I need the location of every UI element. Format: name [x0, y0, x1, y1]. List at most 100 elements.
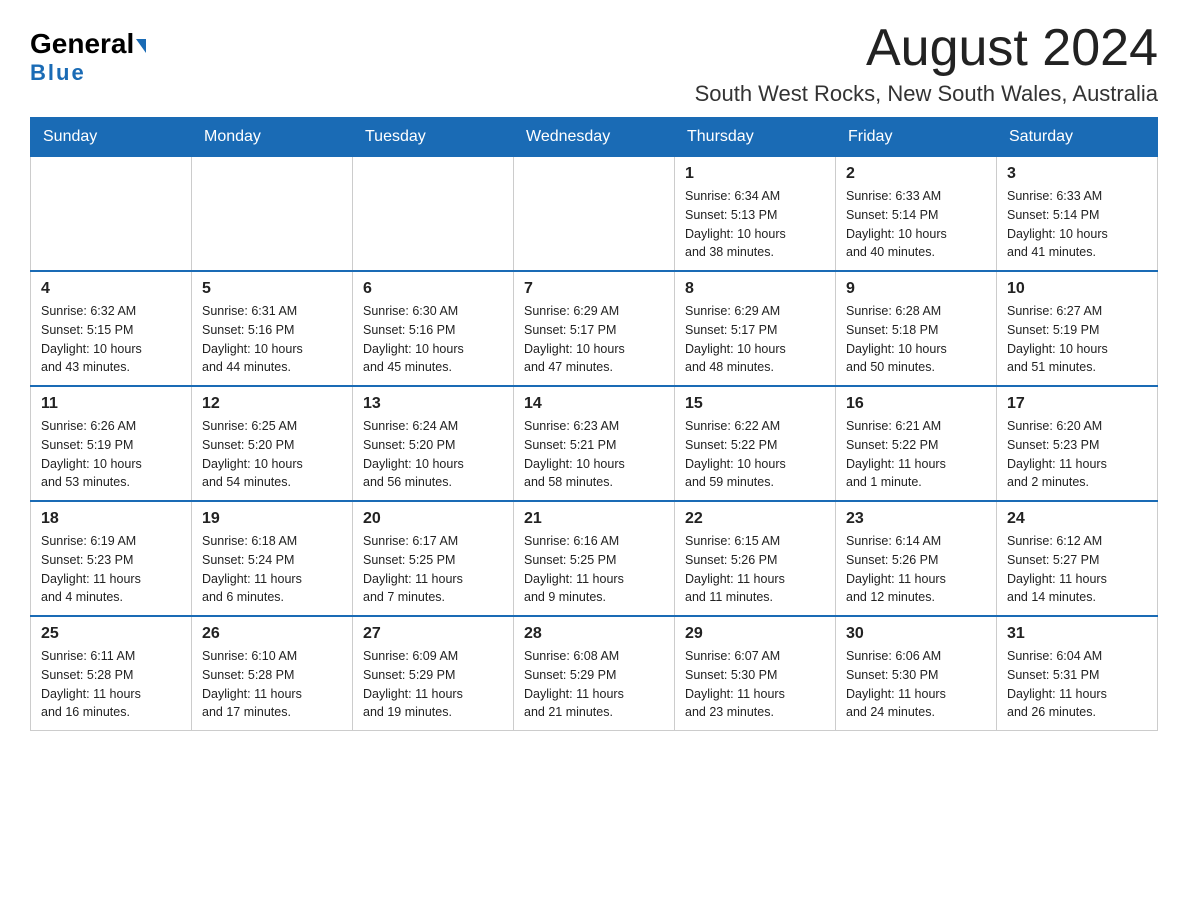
day-number: 30	[846, 625, 986, 643]
calendar-cell: 20 Sunrise: 6:17 AMSunset: 5:25 PMDayligh…	[353, 501, 514, 616]
day-number: 17	[1007, 395, 1147, 413]
calendar-cell: 22 Sunrise: 6:15 AMSunset: 5:26 PMDayligh…	[675, 501, 836, 616]
day-number: 11	[41, 395, 181, 413]
location-title: South West Rocks, New South Wales, Austr…	[695, 81, 1158, 107]
calendar-cell: 6Sunrise: 6:30 AMSunset: 5:16 PMDaylight…	[353, 271, 514, 386]
calendar-cell: 30 Sunrise: 6:06 AMSunset: 5:30 PMDayligh…	[836, 616, 997, 731]
calendar-cell: 16 Sunrise: 6:21 AMSunset: 5:22 PMDayligh…	[836, 386, 997, 501]
day-info: Sunrise: 6:28 AMSunset: 5:18 PMDaylight:…	[846, 302, 986, 377]
day-info: Sunrise: 6:10 AMSunset: 5:28 PMDaylight:…	[202, 647, 342, 722]
day-number: 12	[202, 395, 342, 413]
title-area: August 2024 South West Rocks, New South …	[695, 20, 1158, 107]
calendar-cell	[31, 157, 192, 272]
calendar-week-row: 25 Sunrise: 6:11 AMSunset: 5:28 PMDayligh…	[31, 616, 1158, 731]
day-number: 13	[363, 395, 503, 413]
day-info: Sunrise: 6:32 AMSunset: 5:15 PMDaylight:…	[41, 302, 181, 377]
calendar-cell: 25 Sunrise: 6:11 AMSunset: 5:28 PMDayligh…	[31, 616, 192, 731]
calendar-cell: 18Sunrise: 6:19 AMSunset: 5:23 PMDayligh…	[31, 501, 192, 616]
day-info: Sunrise: 6:14 AMSunset: 5:26 PMDaylight:…	[846, 532, 986, 607]
day-info: Sunrise: 6:16 AMSunset: 5:25 PMDaylight:…	[524, 532, 664, 607]
calendar-cell: 3 Sunrise: 6:33 AMSunset: 5:14 PMDaylight…	[997, 157, 1158, 272]
calendar-cell	[353, 157, 514, 272]
day-number: 10	[1007, 280, 1147, 298]
day-info: Sunrise: 6:27 AMSunset: 5:19 PMDaylight:…	[1007, 302, 1147, 377]
calendar-cell: 12Sunrise: 6:25 AMSunset: 5:20 PMDayligh…	[192, 386, 353, 501]
calendar-cell: 13 Sunrise: 6:24 AMSunset: 5:20 PMDayligh…	[353, 386, 514, 501]
day-number: 3	[1007, 165, 1147, 183]
day-info: Sunrise: 6:11 AMSunset: 5:28 PMDaylight:…	[41, 647, 181, 722]
day-of-week-header: Saturday	[997, 118, 1158, 157]
logo: General Blue	[30, 30, 146, 86]
day-number: 1	[685, 165, 825, 183]
calendar-cell: 7 Sunrise: 6:29 AMSunset: 5:17 PMDaylight…	[514, 271, 675, 386]
day-info: Sunrise: 6:09 AMSunset: 5:29 PMDaylight:…	[363, 647, 503, 722]
calendar-cell: 4 Sunrise: 6:32 AMSunset: 5:15 PMDaylight…	[31, 271, 192, 386]
day-number: 21	[524, 510, 664, 528]
calendar-week-row: 4 Sunrise: 6:32 AMSunset: 5:15 PMDaylight…	[31, 271, 1158, 386]
calendar-body: 1 Sunrise: 6:34 AMSunset: 5:13 PMDaylight…	[31, 157, 1158, 731]
day-info: Sunrise: 6:24 AMSunset: 5:20 PMDaylight:…	[363, 417, 503, 492]
day-info: Sunrise: 6:12 AMSunset: 5:27 PMDaylight:…	[1007, 532, 1147, 607]
day-of-week-header: Tuesday	[353, 118, 514, 157]
day-number: 16	[846, 395, 986, 413]
calendar-cell: 14Sunrise: 6:23 AMSunset: 5:21 PMDayligh…	[514, 386, 675, 501]
calendar-cell	[514, 157, 675, 272]
calendar-cell: 29 Sunrise: 6:07 AMSunset: 5:30 PMDayligh…	[675, 616, 836, 731]
day-number: 8	[685, 280, 825, 298]
logo-general: General	[30, 28, 134, 59]
calendar: SundayMondayTuesdayWednesdayThursdayFrid…	[30, 117, 1158, 731]
calendar-cell: 8 Sunrise: 6:29 AMSunset: 5:17 PMDaylight…	[675, 271, 836, 386]
day-info: Sunrise: 6:33 AMSunset: 5:14 PMDaylight:…	[1007, 187, 1147, 262]
day-info: Sunrise: 6:17 AMSunset: 5:25 PMDaylight:…	[363, 532, 503, 607]
calendar-cell	[192, 157, 353, 272]
calendar-cell: 11Sunrise: 6:26 AMSunset: 5:19 PMDayligh…	[31, 386, 192, 501]
day-of-week-header: Thursday	[675, 118, 836, 157]
day-info: Sunrise: 6:20 AMSunset: 5:23 PMDaylight:…	[1007, 417, 1147, 492]
day-of-week-header: Sunday	[31, 118, 192, 157]
day-info: Sunrise: 6:34 AMSunset: 5:13 PMDaylight:…	[685, 187, 825, 262]
calendar-cell: 27Sunrise: 6:09 AMSunset: 5:29 PMDayligh…	[353, 616, 514, 731]
calendar-cell: 31Sunrise: 6:04 AMSunset: 5:31 PMDayligh…	[997, 616, 1158, 731]
calendar-header: SundayMondayTuesdayWednesdayThursdayFrid…	[31, 118, 1158, 157]
day-number: 23	[846, 510, 986, 528]
calendar-week-row: 11Sunrise: 6:26 AMSunset: 5:19 PMDayligh…	[31, 386, 1158, 501]
day-number: 2	[846, 165, 986, 183]
calendar-cell: 15Sunrise: 6:22 AMSunset: 5:22 PMDayligh…	[675, 386, 836, 501]
day-info: Sunrise: 6:21 AMSunset: 5:22 PMDaylight:…	[846, 417, 986, 492]
calendar-cell: 23 Sunrise: 6:14 AMSunset: 5:26 PMDayligh…	[836, 501, 997, 616]
day-info: Sunrise: 6:07 AMSunset: 5:30 PMDaylight:…	[685, 647, 825, 722]
day-info: Sunrise: 6:15 AMSunset: 5:26 PMDaylight:…	[685, 532, 825, 607]
header-row: SundayMondayTuesdayWednesdayThursdayFrid…	[31, 118, 1158, 157]
calendar-cell: 1 Sunrise: 6:34 AMSunset: 5:13 PMDaylight…	[675, 157, 836, 272]
day-number: 29	[685, 625, 825, 643]
day-info: Sunrise: 6:06 AMSunset: 5:30 PMDaylight:…	[846, 647, 986, 722]
day-of-week-header: Wednesday	[514, 118, 675, 157]
day-info: Sunrise: 6:31 AMSunset: 5:16 PMDaylight:…	[202, 302, 342, 377]
day-info: Sunrise: 6:29 AMSunset: 5:17 PMDaylight:…	[524, 302, 664, 377]
calendar-cell: 26 Sunrise: 6:10 AMSunset: 5:28 PMDayligh…	[192, 616, 353, 731]
logo-blue: Blue	[30, 60, 86, 86]
day-number: 28	[524, 625, 664, 643]
day-number: 14	[524, 395, 664, 413]
day-number: 19	[202, 510, 342, 528]
calendar-cell: 21 Sunrise: 6:16 AMSunset: 5:25 PMDayligh…	[514, 501, 675, 616]
day-number: 20	[363, 510, 503, 528]
day-number: 22	[685, 510, 825, 528]
day-number: 25	[41, 625, 181, 643]
day-info: Sunrise: 6:19 AMSunset: 5:23 PMDaylight:…	[41, 532, 181, 607]
header-area: General Blue August 2024 South West Rock…	[30, 20, 1158, 107]
day-info: Sunrise: 6:04 AMSunset: 5:31 PMDaylight:…	[1007, 647, 1147, 722]
calendar-cell: 10 Sunrise: 6:27 AMSunset: 5:19 PMDayligh…	[997, 271, 1158, 386]
logo-text: General	[30, 30, 146, 58]
day-info: Sunrise: 6:33 AMSunset: 5:14 PMDaylight:…	[846, 187, 986, 262]
calendar-cell: 2 Sunrise: 6:33 AMSunset: 5:14 PMDaylight…	[836, 157, 997, 272]
calendar-week-row: 1 Sunrise: 6:34 AMSunset: 5:13 PMDaylight…	[31, 157, 1158, 272]
day-info: Sunrise: 6:18 AMSunset: 5:24 PMDaylight:…	[202, 532, 342, 607]
calendar-cell: 17 Sunrise: 6:20 AMSunset: 5:23 PMDayligh…	[997, 386, 1158, 501]
calendar-cell: 19 Sunrise: 6:18 AMSunset: 5:24 PMDayligh…	[192, 501, 353, 616]
day-info: Sunrise: 6:29 AMSunset: 5:17 PMDaylight:…	[685, 302, 825, 377]
day-number: 26	[202, 625, 342, 643]
day-number: 15	[685, 395, 825, 413]
day-number: 7	[524, 280, 664, 298]
day-number: 4	[41, 280, 181, 298]
